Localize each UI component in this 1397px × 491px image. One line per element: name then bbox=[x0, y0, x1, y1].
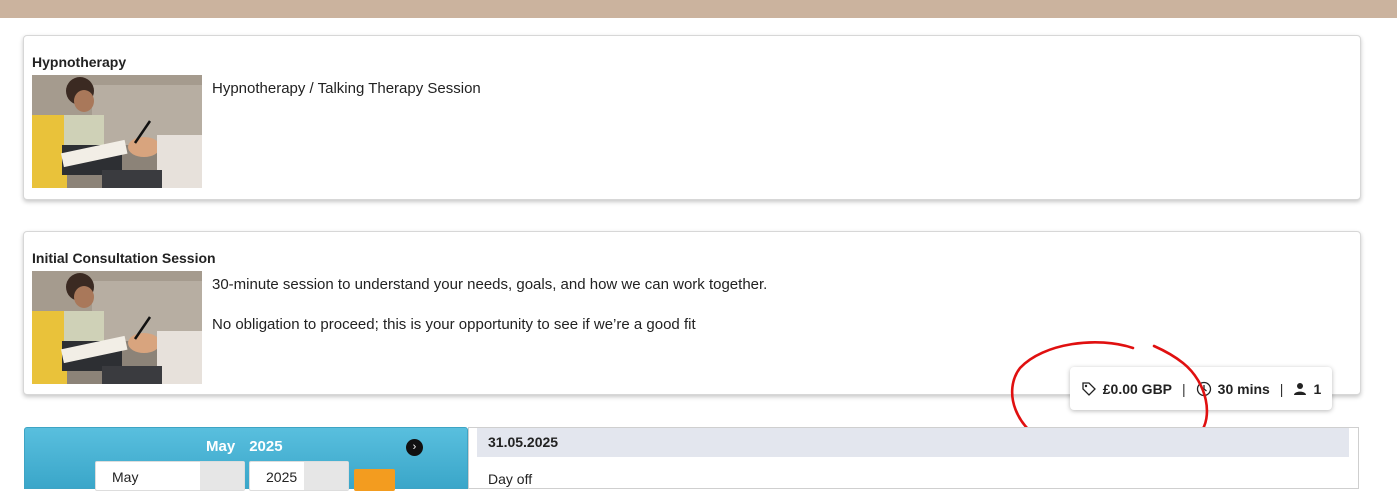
month-select-value: May bbox=[112, 469, 139, 485]
service-card-hypnotherapy[interactable]: Hypnotherapy Hypnotherapy / Talking Ther… bbox=[23, 35, 1361, 200]
calendar-month-year: May 2025 bbox=[206, 438, 297, 455]
year-select-arrows[interactable] bbox=[304, 462, 348, 490]
service-description: Hypnotherapy / Talking Therapy Session bbox=[212, 80, 481, 97]
service-info-pill: £0.00 GBP | 30 mins | 1 bbox=[1070, 367, 1332, 410]
price-label: £0.00 GBP bbox=[1102, 380, 1173, 397]
person-icon bbox=[1293, 382, 1307, 396]
day-status: Day off bbox=[488, 471, 533, 487]
clock-icon bbox=[1196, 381, 1212, 397]
service-description-line-1: 30-minute session to understand your nee… bbox=[212, 276, 768, 293]
capacity-label: 1 bbox=[1313, 380, 1322, 397]
separator: | bbox=[1279, 380, 1284, 397]
selected-date: 31.05.2025 bbox=[477, 428, 1349, 457]
month-select[interactable]: May bbox=[95, 461, 245, 491]
service-title: Hypnotherapy bbox=[32, 54, 127, 70]
service-title: Initial Consultation Session bbox=[32, 250, 216, 266]
top-banner-strip bbox=[0, 0, 1397, 18]
separator: | bbox=[1182, 380, 1186, 397]
go-button[interactable] bbox=[354, 469, 395, 491]
calendar-header: May 2025 › May 2025 bbox=[24, 427, 468, 491]
year-select[interactable]: 2025 bbox=[249, 461, 349, 491]
service-thumbnail bbox=[32, 75, 202, 188]
chevron-right-icon[interactable]: › bbox=[406, 439, 423, 456]
day-detail-panel: 31.05.2025 Day off bbox=[468, 427, 1359, 489]
year-select-value: 2025 bbox=[266, 469, 298, 485]
month-select-arrows[interactable] bbox=[200, 462, 244, 490]
price-tag-icon bbox=[1081, 381, 1097, 397]
calendar-month: May bbox=[206, 438, 236, 455]
duration-label: 30 mins bbox=[1217, 380, 1270, 397]
service-description-line-2: No obligation to proceed; this is your o… bbox=[212, 316, 696, 333]
calendar-year: 2025 bbox=[249, 438, 283, 455]
service-thumbnail bbox=[32, 271, 202, 384]
